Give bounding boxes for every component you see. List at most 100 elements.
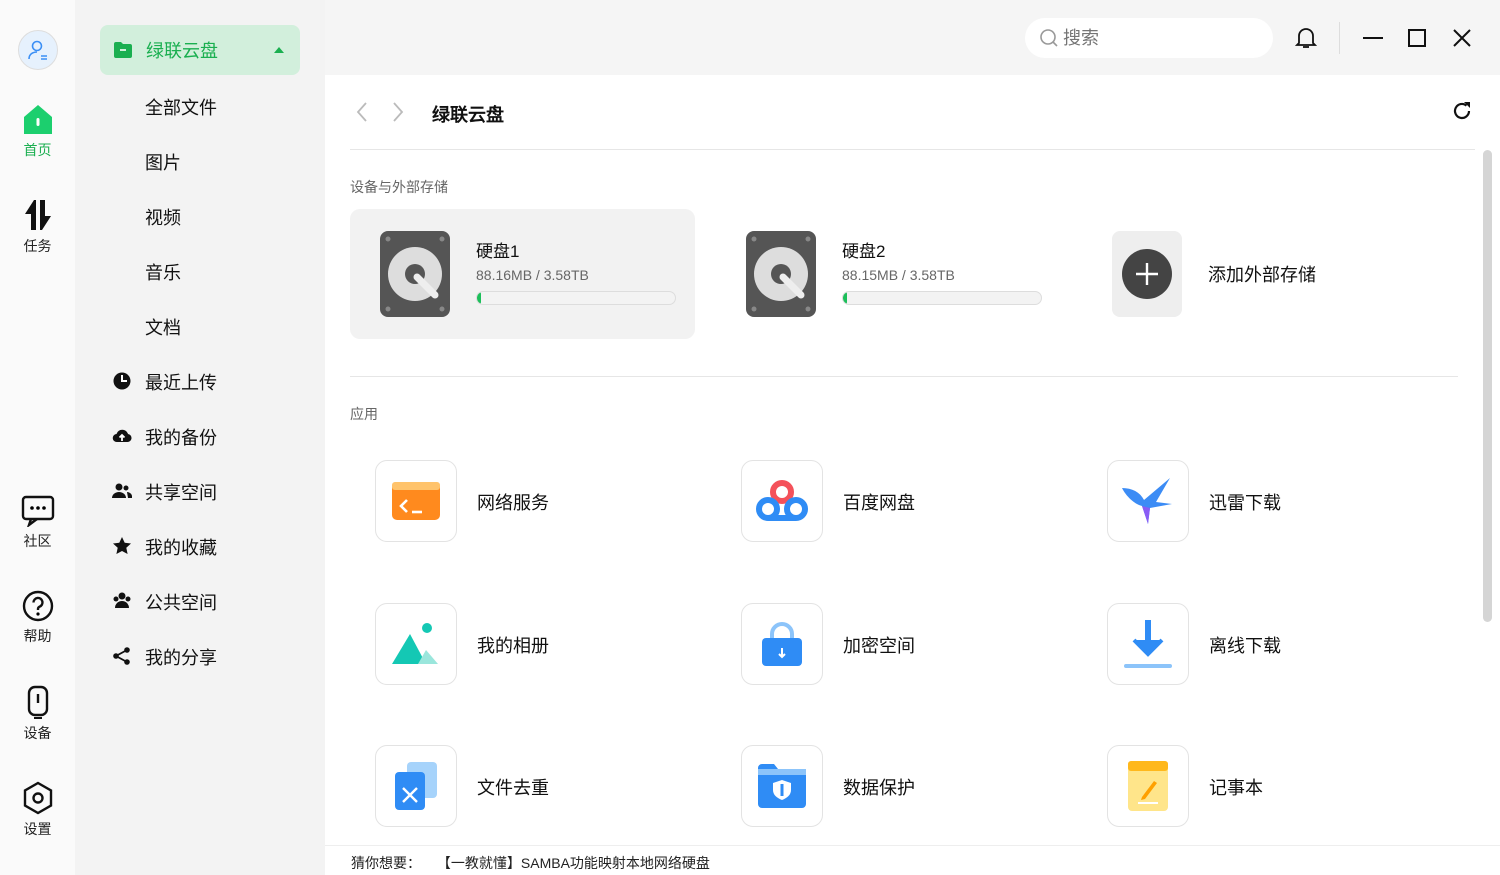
terminal-icon — [392, 482, 440, 520]
footer-suggestion-link[interactable]: 【一教就懂】SAMBA功能映射本地网络硬盘 — [437, 855, 710, 871]
apps-section-title: 应用 — [350, 404, 378, 424]
album-icon — [392, 622, 440, 666]
app-label: 记事本 — [1209, 774, 1263, 800]
app-album[interactable]: 我的相册 — [375, 603, 675, 687]
app-offline-download[interactable]: 离线下载 — [1107, 603, 1407, 687]
maximize-button[interactable] — [1403, 24, 1431, 52]
maximize-icon — [1407, 28, 1427, 48]
refresh-icon[interactable] — [1451, 100, 1473, 122]
back-icon[interactable] — [355, 101, 369, 123]
sidebar-item-all-files[interactable]: 全部文件 — [145, 94, 217, 120]
page-title: 绿联云盘 — [432, 101, 504, 127]
app-dedup[interactable]: 文件去重 — [375, 745, 675, 829]
settings-icon — [22, 781, 54, 815]
rail-devices[interactable]: 设备 — [0, 685, 75, 743]
hard-disk-icon — [746, 231, 816, 317]
disk-usage-fill — [843, 292, 847, 304]
disk-usage-bar — [842, 291, 1042, 305]
rail-settings[interactable]: 设置 — [0, 781, 75, 839]
sidebar-item-docs[interactable]: 文档 — [145, 314, 181, 340]
app-tile — [1107, 460, 1189, 542]
divider — [350, 149, 1475, 150]
sidebar-item-label: 视频 — [145, 208, 181, 228]
search-input[interactable] — [1063, 28, 1243, 49]
app-data-protection[interactable]: 数据保护 — [741, 745, 1041, 829]
home-icon — [23, 104, 53, 136]
close-button[interactable] — [1448, 24, 1476, 52]
app-tile — [741, 603, 823, 685]
rail-community[interactable]: 社区 — [0, 495, 75, 551]
sidebar-item-images[interactable]: 图片 — [145, 149, 181, 175]
app-tile — [375, 603, 457, 685]
add-storage-card[interactable]: 添加外部存储 — [1082, 209, 1427, 339]
disk-usage-bar — [476, 291, 676, 305]
sidebar-item-music[interactable]: 音乐 — [145, 259, 181, 285]
xunlei-bird-icon — [1120, 476, 1176, 526]
sidebar-item-label: 全部文件 — [145, 98, 217, 118]
footer: 猜你想要： 【一教就懂】SAMBA功能映射本地网络硬盘 — [325, 845, 1500, 875]
scrollbar[interactable] — [1483, 150, 1492, 622]
top-bar — [325, 0, 1500, 75]
disk-card[interactable]: 硬盘2 88.15MB / 3.58TB — [716, 209, 1061, 339]
app-label: 数据保护 — [843, 774, 915, 800]
sidebar-item-recent[interactable]: 最近上传 — [145, 369, 217, 395]
sidebar: 绿联云盘 全部文件 图片 视频 音乐 文档 最近上传 我的备份 共享空间 我的收… — [75, 0, 325, 875]
app-label: 离线下载 — [1209, 632, 1281, 658]
sidebar-item-label: 音乐 — [145, 263, 181, 283]
app-baidu-pan[interactable]: 百度网盘 — [741, 460, 1041, 544]
app-notepad[interactable]: 记事本 — [1107, 745, 1407, 829]
app-network-service[interactable]: 网络服务 — [375, 460, 675, 544]
sidebar-item-my-shares[interactable]: 我的分享 — [145, 644, 217, 670]
sidebar-item-label: 图片 — [145, 153, 181, 173]
rail-label: 设备 — [24, 725, 52, 741]
disk-card[interactable]: 硬盘1 88.16MB / 3.58TB — [350, 209, 695, 339]
sidebar-item-favorites[interactable]: 我的收藏 — [145, 534, 217, 560]
app-xunlei[interactable]: 迅雷下载 — [1107, 460, 1407, 544]
group-icon — [112, 591, 132, 611]
close-icon — [1452, 28, 1472, 48]
user-icon — [27, 39, 49, 61]
caret-up-icon[interactable] — [274, 47, 284, 53]
rail-home[interactable]: 首页 — [0, 104, 75, 160]
sidebar-header-label: 绿联云盘 — [146, 37, 218, 63]
download-icon — [1122, 618, 1174, 670]
minimize-icon — [1363, 28, 1383, 48]
sidebar-header-cloud[interactable]: 绿联云盘 — [100, 25, 300, 75]
sidebar-item-videos[interactable]: 视频 — [145, 204, 181, 230]
app-label: 网络服务 — [477, 489, 549, 515]
rail-label: 首页 — [24, 142, 52, 158]
search-box[interactable] — [1025, 18, 1273, 58]
app-tile — [375, 745, 457, 827]
app-tile — [741, 460, 823, 542]
nav-bar: 绿联云盘 — [325, 75, 1500, 150]
sidebar-item-shared[interactable]: 共享空间 — [145, 479, 217, 505]
notepad-icon — [1128, 761, 1168, 811]
notification-button[interactable] — [1292, 24, 1320, 52]
sidebar-item-label: 最近上传 — [145, 373, 217, 393]
minimize-button[interactable] — [1359, 24, 1387, 52]
search-icon — [1039, 28, 1059, 48]
avatar[interactable] — [18, 30, 58, 70]
sidebar-item-label: 文档 — [145, 318, 181, 338]
star-icon — [112, 536, 132, 556]
help-icon — [22, 590, 54, 622]
forward-icon[interactable] — [391, 101, 405, 123]
app-tile — [1107, 603, 1189, 685]
divider — [350, 376, 1458, 377]
rail-label: 设置 — [24, 821, 52, 837]
app-tile — [375, 460, 457, 542]
app-tile — [741, 745, 823, 827]
rail-tasks[interactable]: 任务 — [0, 198, 75, 256]
storage-section-title: 设备与外部存储 — [350, 177, 448, 197]
bell-icon — [1295, 26, 1317, 50]
sidebar-item-backup[interactable]: 我的备份 — [145, 424, 217, 450]
sidebar-item-label: 共享空间 — [145, 483, 217, 503]
sidebar-item-label: 我的收藏 — [145, 538, 217, 558]
share-icon — [112, 646, 132, 666]
app-encrypted-space[interactable]: 加密空间 — [741, 603, 1041, 687]
rail-help[interactable]: 帮助 — [0, 590, 75, 646]
transfer-icon — [23, 198, 53, 232]
dedup-icon — [393, 762, 439, 810]
sidebar-item-public[interactable]: 公共空间 — [145, 589, 217, 615]
clock-icon — [112, 371, 132, 391]
